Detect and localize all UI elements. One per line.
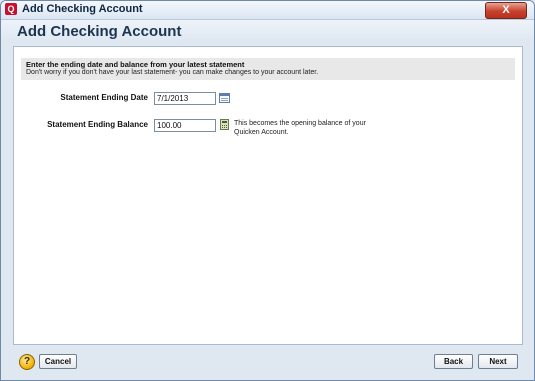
close-button[interactable]: X [485, 2, 527, 19]
instructions-subtext: Don't worry if you don't have your last … [26, 69, 319, 76]
calculator-icon[interactable] [220, 119, 229, 130]
header-band: Add Checking Account [1, 20, 534, 44]
cancel-button[interactable]: Cancel [39, 354, 77, 369]
page-title: Add Checking Account [17, 23, 182, 40]
statement-ending-date-input[interactable] [154, 92, 216, 105]
instructions-box: Enter the ending date and balance from y… [21, 58, 515, 80]
opening-balance-note: This becomes the opening balance of your… [234, 120, 366, 136]
calendar-icon[interactable] [219, 93, 230, 103]
back-button[interactable]: Back [434, 354, 473, 369]
help-icon[interactable]: ? [19, 354, 35, 370]
next-button[interactable]: Next [478, 354, 518, 369]
statement-ending-balance-label: Statement Ending Balance [47, 120, 148, 129]
add-checking-account-window: Q Add Checking Account X Add Checking Ac… [0, 0, 535, 381]
window-title: Add Checking Account [22, 3, 143, 15]
content-panel: Enter the ending date and balance from y… [13, 46, 523, 345]
statement-ending-balance-input[interactable] [154, 119, 216, 132]
title-bar: Q Add Checking Account X [1, 1, 534, 20]
statement-ending-date-label: Statement Ending Date [60, 93, 148, 102]
quicken-logo-icon: Q [5, 3, 17, 15]
instructions-heading: Enter the ending date and balance from y… [26, 60, 245, 69]
